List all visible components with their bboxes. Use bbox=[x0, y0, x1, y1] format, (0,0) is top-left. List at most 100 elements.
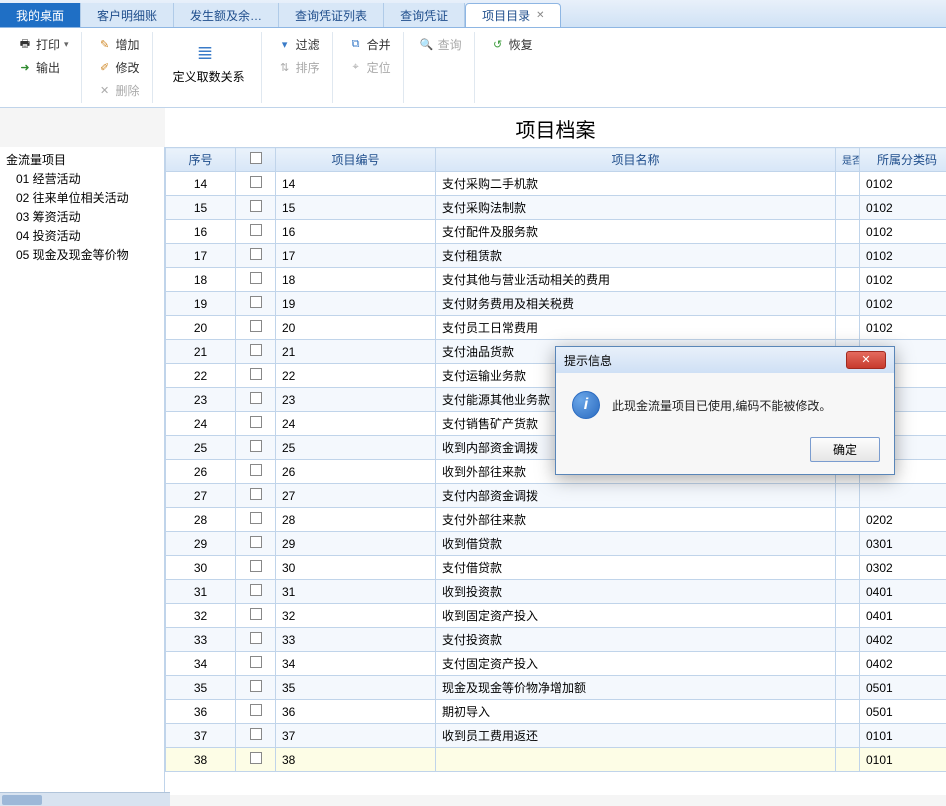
table-row[interactable]: 2727支付内部资金调拨现金流出 bbox=[166, 484, 946, 508]
cell-check[interactable] bbox=[236, 556, 276, 580]
tree-item-3[interactable]: 04 投资活动 bbox=[6, 226, 158, 245]
dialog-titlebar[interactable]: 提示信息 ✕ bbox=[556, 347, 894, 373]
filter-button[interactable]: ▾ 过滤 bbox=[274, 34, 324, 55]
cell-check[interactable] bbox=[236, 748, 276, 772]
table-row[interactable]: 3030支付借贷款0302现金流出 bbox=[166, 556, 946, 580]
row-checkbox[interactable] bbox=[250, 512, 262, 524]
edit-button[interactable]: ✐ 修改 bbox=[94, 57, 144, 78]
table-row[interactable]: 2828支付外部往来款0202现金流出 bbox=[166, 508, 946, 532]
cell-check[interactable] bbox=[236, 700, 276, 724]
row-checkbox[interactable] bbox=[250, 608, 262, 620]
row-checkbox[interactable] bbox=[250, 536, 262, 548]
cell-check[interactable] bbox=[236, 580, 276, 604]
th-name[interactable]: 项目名称 bbox=[436, 148, 836, 172]
cell-check[interactable] bbox=[236, 340, 276, 364]
cell-check[interactable] bbox=[236, 652, 276, 676]
cell-check[interactable] bbox=[236, 532, 276, 556]
table-row[interactable]: 3333支付投资款0402现金流出 bbox=[166, 628, 946, 652]
tree-item-1[interactable]: 02 往来单位相关活动 bbox=[6, 188, 158, 207]
restore-button[interactable]: ↺ 恢复 bbox=[487, 34, 537, 55]
delete-button[interactable]: ✕ 删除 bbox=[94, 80, 144, 101]
th-seq[interactable]: 序号 bbox=[166, 148, 236, 172]
th-check[interactable] bbox=[236, 148, 276, 172]
cell-check[interactable] bbox=[236, 388, 276, 412]
cell-check[interactable] bbox=[236, 460, 276, 484]
row-checkbox[interactable] bbox=[250, 368, 262, 380]
tab-voucher-query[interactable]: 查询凭证 bbox=[384, 3, 465, 27]
tab-voucher-list[interactable]: 查询凭证列表 bbox=[279, 3, 384, 27]
row-checkbox[interactable] bbox=[250, 488, 262, 500]
table-row[interactable]: 1818支付其他与营业活动相关的费用0102现金流出 bbox=[166, 268, 946, 292]
row-checkbox[interactable] bbox=[250, 296, 262, 308]
table-row[interactable]: 1919支付财务费用及相关税费0102现金流出 bbox=[166, 292, 946, 316]
tree-root[interactable]: 金流量项目 bbox=[6, 151, 158, 168]
table-row[interactable]: 3232收到固定资产投入0401现金流入 bbox=[166, 604, 946, 628]
row-checkbox[interactable] bbox=[250, 584, 262, 596]
print-button[interactable]: 🖶 打印 ▾ bbox=[14, 34, 73, 55]
th-js[interactable]: 是否结算 bbox=[836, 148, 860, 172]
cell-check[interactable] bbox=[236, 676, 276, 700]
cell-check[interactable] bbox=[236, 628, 276, 652]
table-row[interactable]: 1414支付采购二手机款0102现金流出 bbox=[166, 172, 946, 196]
row-checkbox[interactable] bbox=[250, 272, 262, 284]
cell-check[interactable] bbox=[236, 292, 276, 316]
tree-item-2[interactable]: 03 筹资活动 bbox=[6, 207, 158, 226]
cell-check[interactable] bbox=[236, 196, 276, 220]
cell-check[interactable] bbox=[236, 244, 276, 268]
row-checkbox[interactable] bbox=[250, 320, 262, 332]
table-row[interactable]: 3535现金及现金等价物净增加额0501现金流入 bbox=[166, 676, 946, 700]
row-checkbox[interactable] bbox=[250, 464, 262, 476]
sort-button[interactable]: ⇅ 排序 bbox=[274, 57, 324, 78]
cell-check[interactable] bbox=[236, 220, 276, 244]
cell-check[interactable] bbox=[236, 364, 276, 388]
row-checkbox[interactable] bbox=[250, 752, 262, 764]
row-checkbox[interactable] bbox=[250, 632, 262, 644]
row-checkbox[interactable] bbox=[250, 248, 262, 260]
row-checkbox[interactable] bbox=[250, 680, 262, 692]
output-button[interactable]: ➜ 输出 bbox=[14, 57, 73, 78]
row-checkbox[interactable] bbox=[250, 344, 262, 356]
tab-customer-ledger[interactable]: 客户明细账 bbox=[81, 3, 174, 27]
tab-my-desktop[interactable]: 我的桌面 bbox=[0, 3, 81, 27]
tab-project-dir[interactable]: 项目目录 ✕ bbox=[465, 3, 561, 27]
row-checkbox[interactable] bbox=[250, 728, 262, 740]
dialog-ok-button[interactable]: 确定 bbox=[810, 437, 880, 462]
header-checkbox[interactable] bbox=[250, 152, 262, 164]
tree-item-4[interactable]: 05 现金及现金等价物 bbox=[6, 245, 158, 264]
cell-check[interactable] bbox=[236, 484, 276, 508]
table-row[interactable]: 1515支付采购法制款0102现金流出 bbox=[166, 196, 946, 220]
cell-check[interactable] bbox=[236, 724, 276, 748]
close-icon[interactable]: ✕ bbox=[536, 10, 544, 21]
define-fetch-button[interactable]: ≣ 定义取数关系 bbox=[165, 34, 253, 91]
th-cat[interactable]: 所属分类码 bbox=[860, 148, 946, 172]
row-checkbox[interactable] bbox=[250, 440, 262, 452]
table-row[interactable]: 3434支付固定资产投入0402现金流出 bbox=[166, 652, 946, 676]
cell-check[interactable] bbox=[236, 436, 276, 460]
cell-check[interactable] bbox=[236, 508, 276, 532]
cell-check[interactable] bbox=[236, 412, 276, 436]
tree-item-0[interactable]: 01 经营活动 bbox=[6, 169, 158, 188]
table-row[interactable]: 3131收到投资款0401现金流入 bbox=[166, 580, 946, 604]
locate-button[interactable]: ⌖ 定位 bbox=[345, 57, 395, 78]
row-checkbox[interactable] bbox=[250, 656, 262, 668]
table-row[interactable]: 3737收到员工费用返还0101现金流入 bbox=[166, 724, 946, 748]
row-checkbox[interactable] bbox=[250, 416, 262, 428]
row-checkbox[interactable] bbox=[250, 392, 262, 404]
cell-check[interactable] bbox=[236, 268, 276, 292]
query-button[interactable]: 🔍 查询 bbox=[416, 34, 466, 55]
row-checkbox[interactable] bbox=[250, 560, 262, 572]
merge-button[interactable]: ⧉ 合并 bbox=[345, 34, 395, 55]
row-checkbox[interactable] bbox=[250, 176, 262, 188]
tab-balance[interactable]: 发生额及余… bbox=[174, 3, 279, 27]
dialog-close-button[interactable]: ✕ bbox=[846, 351, 886, 369]
add-button[interactable]: ✎ 增加 bbox=[94, 34, 144, 55]
cell-check[interactable] bbox=[236, 604, 276, 628]
th-code[interactable]: 项目编号 bbox=[276, 148, 436, 172]
h-scrollbar[interactable] bbox=[0, 792, 170, 806]
table-row[interactable]: 1616支付配件及服务款0102现金流出 bbox=[166, 220, 946, 244]
table-row[interactable]: 1717支付租赁款0102现金流出 bbox=[166, 244, 946, 268]
table-row[interactable]: 3636期初导入0501现金流入 bbox=[166, 700, 946, 724]
cell-check[interactable] bbox=[236, 172, 276, 196]
h-scrollbar-thumb[interactable] bbox=[2, 795, 42, 805]
table-row[interactable]: 38380101现金流出 bbox=[166, 748, 946, 772]
